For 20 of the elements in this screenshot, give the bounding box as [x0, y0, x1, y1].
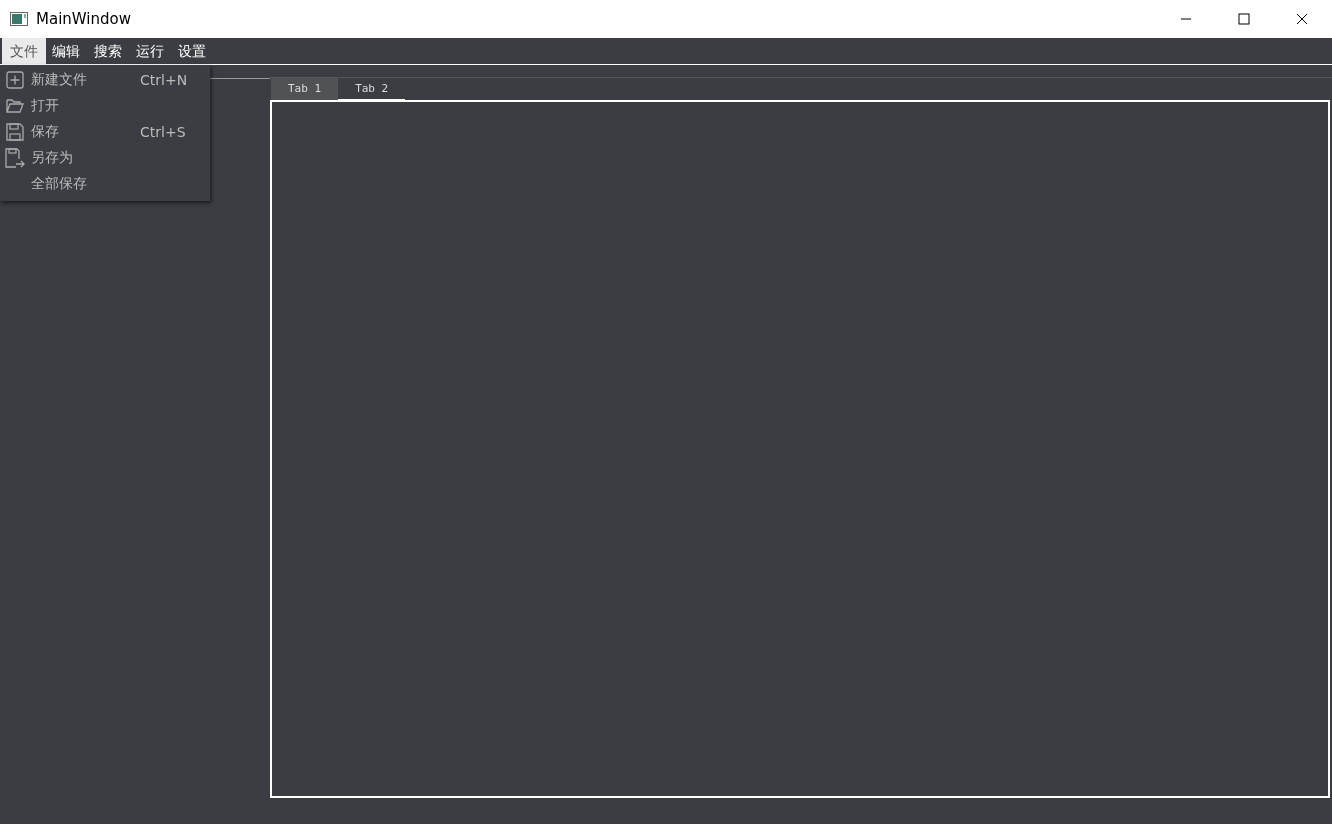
menu-option[interactable]: 另存为 [0, 145, 210, 171]
plus-icon [5, 71, 24, 89]
menu-item[interactable]: 编辑 [44, 38, 88, 64]
menu-item[interactable]: 搜索 [86, 38, 130, 64]
maximize-icon[interactable] [1238, 13, 1250, 25]
folder-icon [5, 99, 24, 113]
menu-item[interactable]: 文件 [2, 38, 46, 64]
tab[interactable]: Tab 2 [338, 78, 406, 100]
floppy-arrow-icon [4, 148, 25, 168]
menu-option[interactable]: 新建文件 Ctrl+N [0, 67, 210, 93]
menu-option[interactable]: 保存 Ctrl+S [0, 119, 210, 145]
menu-item[interactable]: 运行 [128, 38, 172, 64]
tab[interactable]: Tab 1 [271, 78, 339, 100]
floppy-icon [5, 123, 24, 141]
close-icon[interactable] [1296, 13, 1308, 25]
menu-option[interactable]: 全部保存 [0, 171, 210, 197]
app-icon [10, 12, 28, 26]
menu-item[interactable]: 设置 [170, 38, 214, 64]
window-title: MainWindow [36, 10, 131, 28]
menu-option[interactable]: 打开 [0, 93, 210, 119]
